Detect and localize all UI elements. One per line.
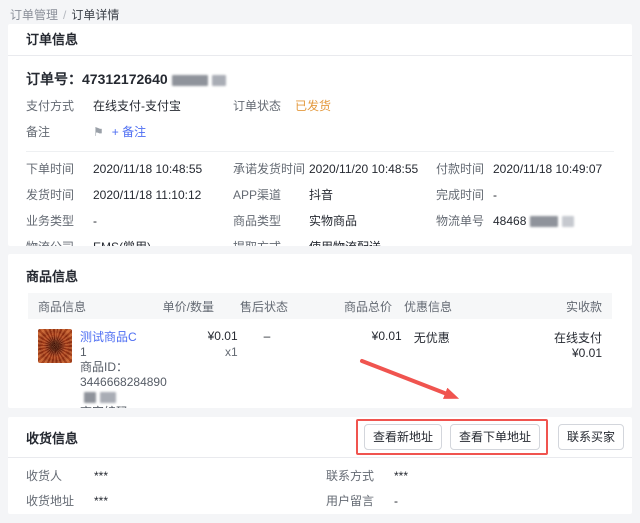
field-value: EMS(常用) [93, 239, 151, 246]
field-label: 付款时间 [436, 161, 493, 178]
breadcrumb-order-management[interactable]: 订单管理 [10, 8, 58, 22]
contact-buyer-button[interactable]: 联系买家 [558, 424, 624, 450]
shipping-info-title: 收货信息 [26, 428, 78, 447]
merchant-code-label: 商家编码： [80, 405, 140, 408]
product-id-label: 商品ID： [80, 360, 128, 374]
shipping-row: 收货地址*** 用户留言- [26, 493, 614, 509]
order-info-card: 订单信息 订单号：47312172640 支付方式 在线支付-支付宝 订单状态 … [8, 24, 632, 246]
redacted-blur [212, 75, 226, 86]
payment-status-row: 支付方式 在线支付-支付宝 订单状态 已发货 [26, 98, 614, 115]
field-label: 发货时间 [26, 187, 93, 204]
quantity: x1 [167, 345, 238, 359]
info-grid-row: 发货时间2020/11/18 11:10:12 APP渠道抖音 完成时间- [26, 187, 614, 204]
field-label: APP渠道 [233, 187, 309, 204]
field-label: 下单时间 [26, 161, 93, 178]
field-value: 实物商品 [309, 213, 357, 230]
address-value: *** [94, 493, 108, 509]
address-label: 收货地址 [26, 493, 94, 509]
payment-method-value: 在线支付-支付宝 [93, 98, 181, 115]
remark-row: 备注 ⚑ + 备注 [26, 124, 614, 141]
view-order-address-button[interactable]: 查看下单地址 [450, 424, 540, 450]
order-status-badge: 已发货 [295, 98, 331, 115]
received-method: 在线支付 [510, 329, 602, 346]
product-id-row: 商品ID：3446668284890 [80, 360, 167, 405]
field-label: 业务类型 [26, 213, 93, 230]
divider [26, 151, 614, 152]
column-header-discount: 优惠信息 [392, 298, 510, 315]
order-status-label: 订单状态 [233, 98, 281, 115]
order-number-row: 订单号：47312172640 [26, 56, 614, 89]
redacted-blur [172, 75, 208, 86]
column-header-total-price: 商品总价 [306, 298, 392, 315]
field-label: 完成时间 [436, 187, 493, 204]
info-grid-row: 下单时间2020/11/18 10:48:55 承诺发货时间2020/11/20… [26, 161, 614, 178]
field-value: 2020/11/20 10:48:55 [309, 161, 418, 178]
shipping-actions: 查看新地址 查看下单地址 联系买家 [356, 419, 624, 455]
field-label: 物流公司 [26, 239, 93, 246]
product-thumbnail [38, 329, 72, 363]
field-value: - [93, 213, 97, 230]
field-label: 提取方式 [233, 239, 309, 246]
redacted-blur [562, 216, 574, 227]
product-info-card: 商品信息 商品信息 单价/数量 售后状态 商品总价 优惠信息 实收款 测试商品C… [8, 254, 632, 408]
column-header-after-sale: 售后状态 [214, 298, 306, 315]
receiver-value: *** [94, 468, 108, 484]
info-grid-row: 物流公司EMS(常用) 提取方式使用物流配送 [26, 239, 614, 246]
merchant-code-row: 商家编码：761128543 [80, 405, 167, 408]
product-spec: 1 [80, 345, 167, 360]
column-header-product: 商品信息 [38, 298, 136, 315]
column-header-received: 实收款 [510, 298, 602, 315]
receiver-label: 收货人 [26, 468, 94, 484]
redacted-blur [100, 392, 116, 403]
contact-value: *** [394, 468, 408, 484]
product-table-header: 商品信息 单价/数量 售后状态 商品总价 优惠信息 实收款 [28, 293, 612, 319]
breadcrumb-current-order-detail: 订单详情 [71, 8, 119, 22]
field-value: 2020/11/18 10:49:07 [493, 161, 602, 178]
shipping-info-card: 收货信息 查看新地址 查看下单地址 联系买家 收货人*** 联系方式*** 收货… [8, 417, 632, 514]
field-value: 抖音 [309, 187, 333, 204]
breadcrumb: 订单管理 / 订单详情 [0, 0, 640, 24]
product-id-value: 3446668284890 [80, 375, 167, 389]
total-price: ¥0.01 [324, 329, 402, 408]
add-remark-link[interactable]: + 备注 [112, 124, 146, 141]
red-highlight-box: 查看新地址 查看下单地址 [356, 419, 548, 455]
discount-info: 无优惠 [402, 329, 510, 408]
product-table: 商品信息 单价/数量 售后状态 商品总价 优惠信息 实收款 测试商品C 1 商品… [28, 293, 612, 408]
shipping-row: 收货人*** 联系方式*** [26, 468, 614, 484]
field-value: 2020/11/18 11:10:12 [93, 187, 201, 204]
after-sale-status: – [238, 329, 324, 408]
payment-method-label: 支付方式 [26, 98, 93, 115]
order-detail-page: 订单管理 / 订单详情 订单信息 订单号：47312172640 支付方式 在线支付… [0, 0, 640, 523]
redacted-blur [84, 392, 96, 403]
unit-price: ¥0.01 [167, 329, 238, 343]
field-label: 商品类型 [233, 213, 309, 230]
buyer-message-label: 用户留言 [326, 493, 394, 509]
received-amount: ¥0.01 [510, 346, 602, 360]
buyer-message-value: - [394, 493, 398, 509]
product-row: 测试商品C 1 商品ID：3446668284890 商家编码：76112854… [28, 319, 612, 408]
order-info-title: 订单信息 [8, 24, 632, 56]
field-value: 使用物流配送 [309, 239, 381, 246]
field-label: 承诺发货时间 [233, 161, 309, 178]
flag-icon: ⚑ [93, 124, 104, 141]
redacted-blur [530, 216, 558, 227]
remark-label: 备注 [26, 124, 93, 141]
info-grid-row: 业务类型- 商品类型实物商品 物流单号48468 [26, 213, 614, 230]
column-header-unit-price-qty: 单价/数量 [136, 298, 214, 315]
view-new-address-button[interactable]: 查看新地址 [364, 424, 442, 450]
field-label: 物流单号 [436, 213, 493, 230]
breadcrumb-separator: / [63, 8, 66, 22]
contact-label: 联系方式 [326, 468, 394, 484]
product-info-title: 商品信息 [26, 269, 78, 284]
tracking-number-value: 48468 [493, 213, 526, 230]
product-name-link[interactable]: 测试商品C [80, 330, 137, 344]
order-number-label: 订单号： [26, 71, 82, 87]
field-value: 2020/11/18 10:48:55 [93, 161, 202, 178]
order-number-value: 47312172640 [82, 71, 168, 87]
field-value: - [493, 187, 497, 204]
